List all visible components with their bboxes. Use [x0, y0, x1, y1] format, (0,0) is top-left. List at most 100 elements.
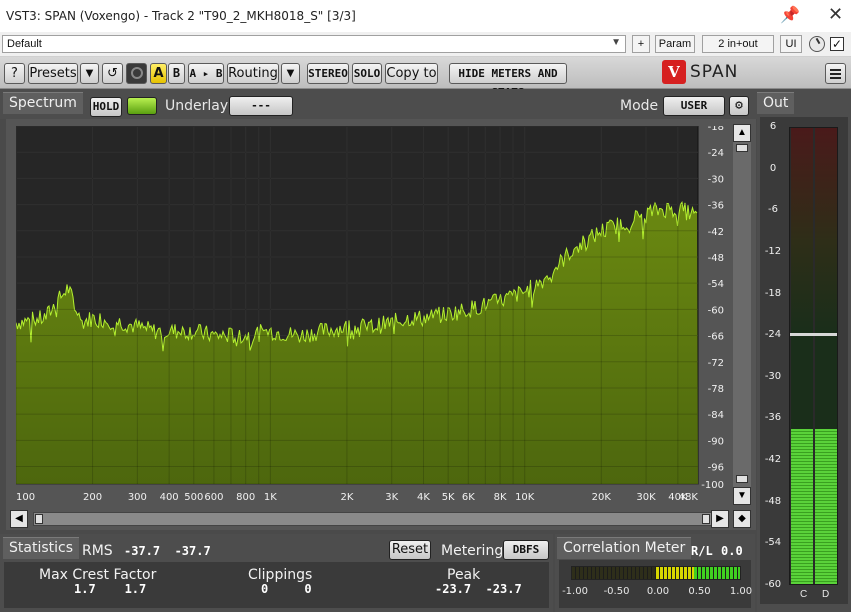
- x-tick-label: 3K: [385, 492, 398, 503]
- x-tick-label: 500: [184, 492, 203, 503]
- preset-select[interactable]: Default ▼: [2, 35, 626, 53]
- a-to-b-button[interactable]: A ▸ B: [188, 63, 224, 84]
- reset-button[interactable]: Reset: [389, 540, 431, 560]
- hold-button[interactable]: HOLD: [90, 97, 122, 117]
- presets-button[interactable]: Presets: [28, 63, 78, 84]
- correlation-tick-label: -1.00: [562, 586, 588, 597]
- window-title: VST3: SPAN (Voxengo) - Track 2 "T90_2_MK…: [6, 9, 356, 23]
- scroll-down-icon[interactable]: ▼: [733, 487, 751, 505]
- rl-label: R/L: [691, 544, 713, 558]
- gear-icon[interactable]: ⚙: [729, 96, 749, 116]
- level-bar-d: [815, 429, 837, 584]
- mode-select[interactable]: USER: [663, 96, 725, 116]
- y-tick-label: -72: [708, 358, 724, 369]
- undo-icon[interactable]: ↺: [102, 63, 123, 84]
- voxengo-logo: V SPAN: [662, 60, 762, 86]
- y-tick-label: -48: [708, 253, 724, 264]
- level-meter: [789, 127, 838, 585]
- x-tick-label: 400: [160, 492, 179, 503]
- y-tick-label: -100: [701, 480, 724, 491]
- x-tick-label: 8K: [494, 492, 507, 503]
- copy-to-button[interactable]: Copy to: [385, 63, 438, 84]
- meter-scale-label: -60: [764, 579, 782, 590]
- x-tick-label: 48K: [679, 492, 699, 503]
- x-tick-label: 200: [83, 492, 102, 503]
- meter-scale-label: -30: [764, 370, 782, 382]
- rl-value: 0.0: [721, 544, 743, 558]
- out-tab[interactable]: Out: [757, 92, 795, 114]
- correlation-tick-label: -0.50: [603, 586, 630, 597]
- y-tick-label: -18: [708, 126, 724, 133]
- power-icon[interactable]: [126, 63, 147, 84]
- y-tick-label: -78: [708, 384, 724, 395]
- underlay-select[interactable]: ---: [229, 96, 293, 116]
- mode-label: Mode: [620, 98, 659, 114]
- solo-button[interactable]: SOLO: [352, 63, 382, 84]
- close-icon[interactable]: ✕: [828, 4, 843, 25]
- horizontal-scroll-thumb-left[interactable]: [35, 514, 43, 524]
- correlation-panel: Correlation Meter R/L 0.0 -1.00 -0.50 0.00…: [555, 534, 755, 612]
- meter-scale-label: -18: [764, 287, 782, 299]
- correlation-tick-label: 0.50: [688, 586, 711, 597]
- correlation-bar: [571, 566, 741, 580]
- preset-value: Default: [7, 38, 42, 50]
- presets-dropdown[interactable]: ▼: [80, 63, 99, 84]
- ui-button[interactable]: UI: [780, 35, 802, 53]
- meter-scale-label: -48: [764, 495, 782, 507]
- meter-scale-label: -36: [764, 412, 782, 424]
- statistics-tab[interactable]: Statistics: [3, 537, 79, 559]
- param-button[interactable]: Param: [655, 35, 695, 53]
- y-tick-label: -36: [708, 201, 724, 212]
- correlation-tick-label: 1.00: [729, 586, 753, 597]
- rms-values: -37.7 -37.7: [124, 544, 211, 558]
- peak-label: Peak: [447, 567, 481, 583]
- correlation-tab[interactable]: Correlation Meter: [557, 537, 692, 559]
- y-tick-label: -54: [708, 279, 724, 290]
- scroll-up-icon[interactable]: ▲: [733, 124, 751, 142]
- io-button[interactable]: 2 in+out: [702, 35, 774, 53]
- y-tick-label: -96: [708, 463, 724, 474]
- stereo-button[interactable]: STEREO: [307, 63, 349, 84]
- vertical-scroll-thumb[interactable]: [736, 144, 748, 152]
- statistics-values: Max Crest Factor 1.7 1.7 Clippings 0 0 P…: [4, 562, 549, 608]
- scroll-left-icon[interactable]: ◀: [10, 510, 28, 528]
- meter-scale-label: 0: [769, 162, 777, 174]
- x-tick-label: 4K: [417, 492, 430, 503]
- metering-select[interactable]: DBFS: [503, 540, 549, 560]
- meter-scale-label: 6: [769, 121, 777, 132]
- horizontal-scrollbar[interactable]: [33, 512, 712, 526]
- wet-knob[interactable]: [809, 36, 825, 52]
- horizontal-scroll-thumb-right[interactable]: [702, 514, 710, 524]
- spectrum-tab[interactable]: Spectrum: [3, 92, 83, 114]
- hide-meters-button[interactable]: HIDE METERS AND STATS: [449, 63, 567, 99]
- level-bar-c: [791, 429, 813, 584]
- help-button[interactable]: ?: [4, 63, 25, 84]
- scroll-right-icon[interactable]: ▶: [711, 510, 729, 528]
- vertical-scroll-thumb-bottom[interactable]: [736, 475, 748, 483]
- zoom-reset-icon[interactable]: ◆: [733, 510, 751, 528]
- x-tick-label: 600: [204, 492, 223, 503]
- vertical-scrollbar[interactable]: ▲ ▼: [733, 124, 751, 505]
- x-tick-label: 10K: [515, 492, 535, 503]
- underlay-label: Underlay: [165, 98, 229, 114]
- b-button[interactable]: B: [168, 63, 185, 84]
- max-crest-label: Max Crest Factor: [39, 567, 157, 583]
- a-button[interactable]: A: [150, 63, 167, 84]
- y-tick-label: -84: [708, 410, 724, 421]
- logo-name: SPAN: [690, 62, 739, 82]
- rms-label: RMS: [82, 543, 113, 559]
- pin-icon[interactable]: 📌: [780, 5, 800, 25]
- routing-dropdown[interactable]: ▼: [281, 63, 300, 84]
- host-bar: Default ▼ + Param 2 in+out UI ✓: [0, 32, 851, 57]
- spectrum-chart[interactable]: -18 -24 -30 -36 -42 -48 -54 -60 -66 -72 -78 -84 -90 -…: [16, 126, 728, 506]
- correlation-meter: -1.00 -0.50 0.00 0.50 1.00: [559, 560, 753, 608]
- routing-button[interactable]: Routing: [227, 63, 279, 84]
- bypass-checkbox[interactable]: ✓: [830, 37, 844, 51]
- spectrum-panel: -18 -24 -30 -36 -42 -48 -54 -60 -66 -72 -78 -84 -90 -…: [6, 119, 756, 530]
- hold-indicator[interactable]: [127, 97, 157, 115]
- hamburger-menu-icon[interactable]: [825, 63, 846, 84]
- x-tick-label: 30K: [636, 492, 656, 503]
- add-button[interactable]: +: [632, 35, 650, 53]
- correlation-tick-label: 0.00: [646, 586, 670, 597]
- x-tick-label: 20K: [592, 492, 612, 503]
